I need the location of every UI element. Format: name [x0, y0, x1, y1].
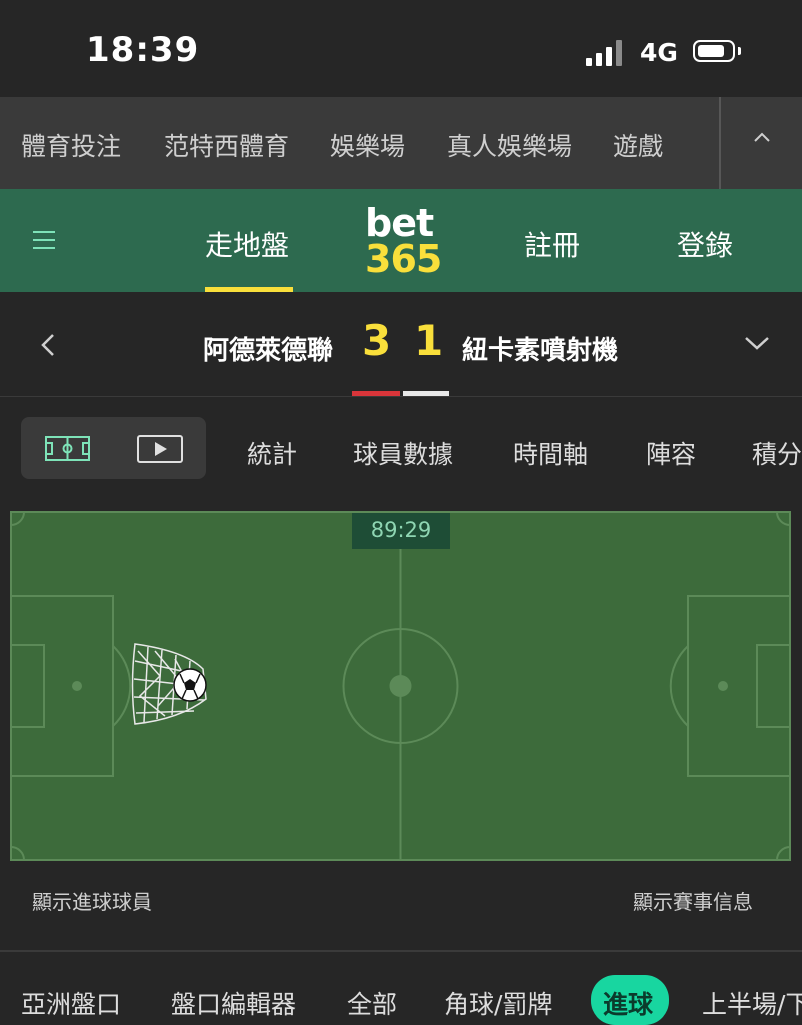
ball-icon: [173, 668, 207, 702]
home-kit-bar: [352, 391, 400, 396]
register-button[interactable]: 註冊: [524, 224, 580, 264]
signal-icon: [586, 40, 626, 66]
site-header: 走地盤 bet 365 註冊 登錄: [0, 189, 802, 292]
battery-icon: [693, 40, 735, 62]
topnav-casino[interactable]: 娛樂場: [330, 127, 405, 163]
market-tab-half[interactable]: 上半場/下: [702, 985, 802, 1021]
topnav-games[interactable]: 遊戲: [613, 127, 663, 163]
scoreboard: 阿德萊德聯 3 1 紐卡素噴射機: [0, 292, 802, 397]
show-scorers-link[interactable]: 顯示進球球員: [32, 886, 152, 915]
home-team-name: 阿德萊德聯: [203, 336, 334, 366]
away-kit-bar: [403, 391, 449, 396]
topnav-live-casino[interactable]: 真人娛樂場: [447, 127, 572, 163]
in-play-link[interactable]: 走地盤: [205, 224, 289, 264]
match-clock: 89:29: [352, 513, 450, 549]
tab-standings[interactable]: 積分: [752, 435, 802, 471]
market-tab-bet-builder[interactable]: 盤口編輯器: [171, 985, 296, 1021]
show-match-info-link[interactable]: 顯示賽事信息: [633, 886, 753, 915]
away-team-name: 紐卡素噴射機: [462, 336, 619, 366]
status-bar: 18:39 4G: [0, 0, 802, 97]
battery-tip: [738, 47, 741, 55]
market-tab-corners-cards[interactable]: 角球/罰牌: [444, 985, 552, 1021]
section-divider: [0, 950, 802, 952]
bet365-logo[interactable]: bet 365: [365, 201, 442, 281]
market-tab-goals-label: 進球: [603, 990, 654, 1019]
top-nav: 體育投注 范特西體育 娛樂場 真人娛樂場 遊戲: [0, 97, 802, 189]
hamburger-icon[interactable]: [33, 231, 55, 249]
topnav-sports[interactable]: 體育投注: [21, 127, 121, 163]
pitch-icon[interactable]: [45, 436, 90, 461]
match-clock-text: 89:29: [370, 518, 432, 542]
tab-stats[interactable]: 統計: [247, 435, 297, 471]
video-icon[interactable]: [137, 435, 183, 463]
market-tab-all[interactable]: 全部: [347, 985, 397, 1021]
chevron-left-icon[interactable]: [38, 332, 58, 358]
chevron-down-icon[interactable]: [744, 334, 770, 352]
match-tabs: 統計 球員數據 時間軸 陣容 積分: [0, 397, 802, 501]
topnav-divider: [719, 97, 721, 189]
logo-text-bottom: 365: [365, 237, 442, 281]
topnav-fantasy[interactable]: 范特西體育: [164, 127, 289, 163]
tab-lineups[interactable]: 陣容: [646, 435, 696, 471]
market-tab-goals[interactable]: 進球: [591, 975, 669, 1025]
view-toggle: [21, 417, 206, 479]
tab-timeline[interactable]: 時間軸: [513, 435, 588, 471]
login-button[interactable]: 登錄: [677, 224, 733, 264]
match-pitch: [10, 511, 791, 861]
home-score: 3: [362, 316, 392, 365]
network-type: 4G: [640, 38, 678, 67]
clock-time: 18:39: [86, 30, 200, 70]
tab-player-stats[interactable]: 球員數據: [353, 435, 453, 471]
chevron-up-icon[interactable]: [752, 127, 772, 147]
market-tab-asian[interactable]: 亞洲盤口: [21, 985, 121, 1021]
away-score: 1: [414, 316, 444, 365]
